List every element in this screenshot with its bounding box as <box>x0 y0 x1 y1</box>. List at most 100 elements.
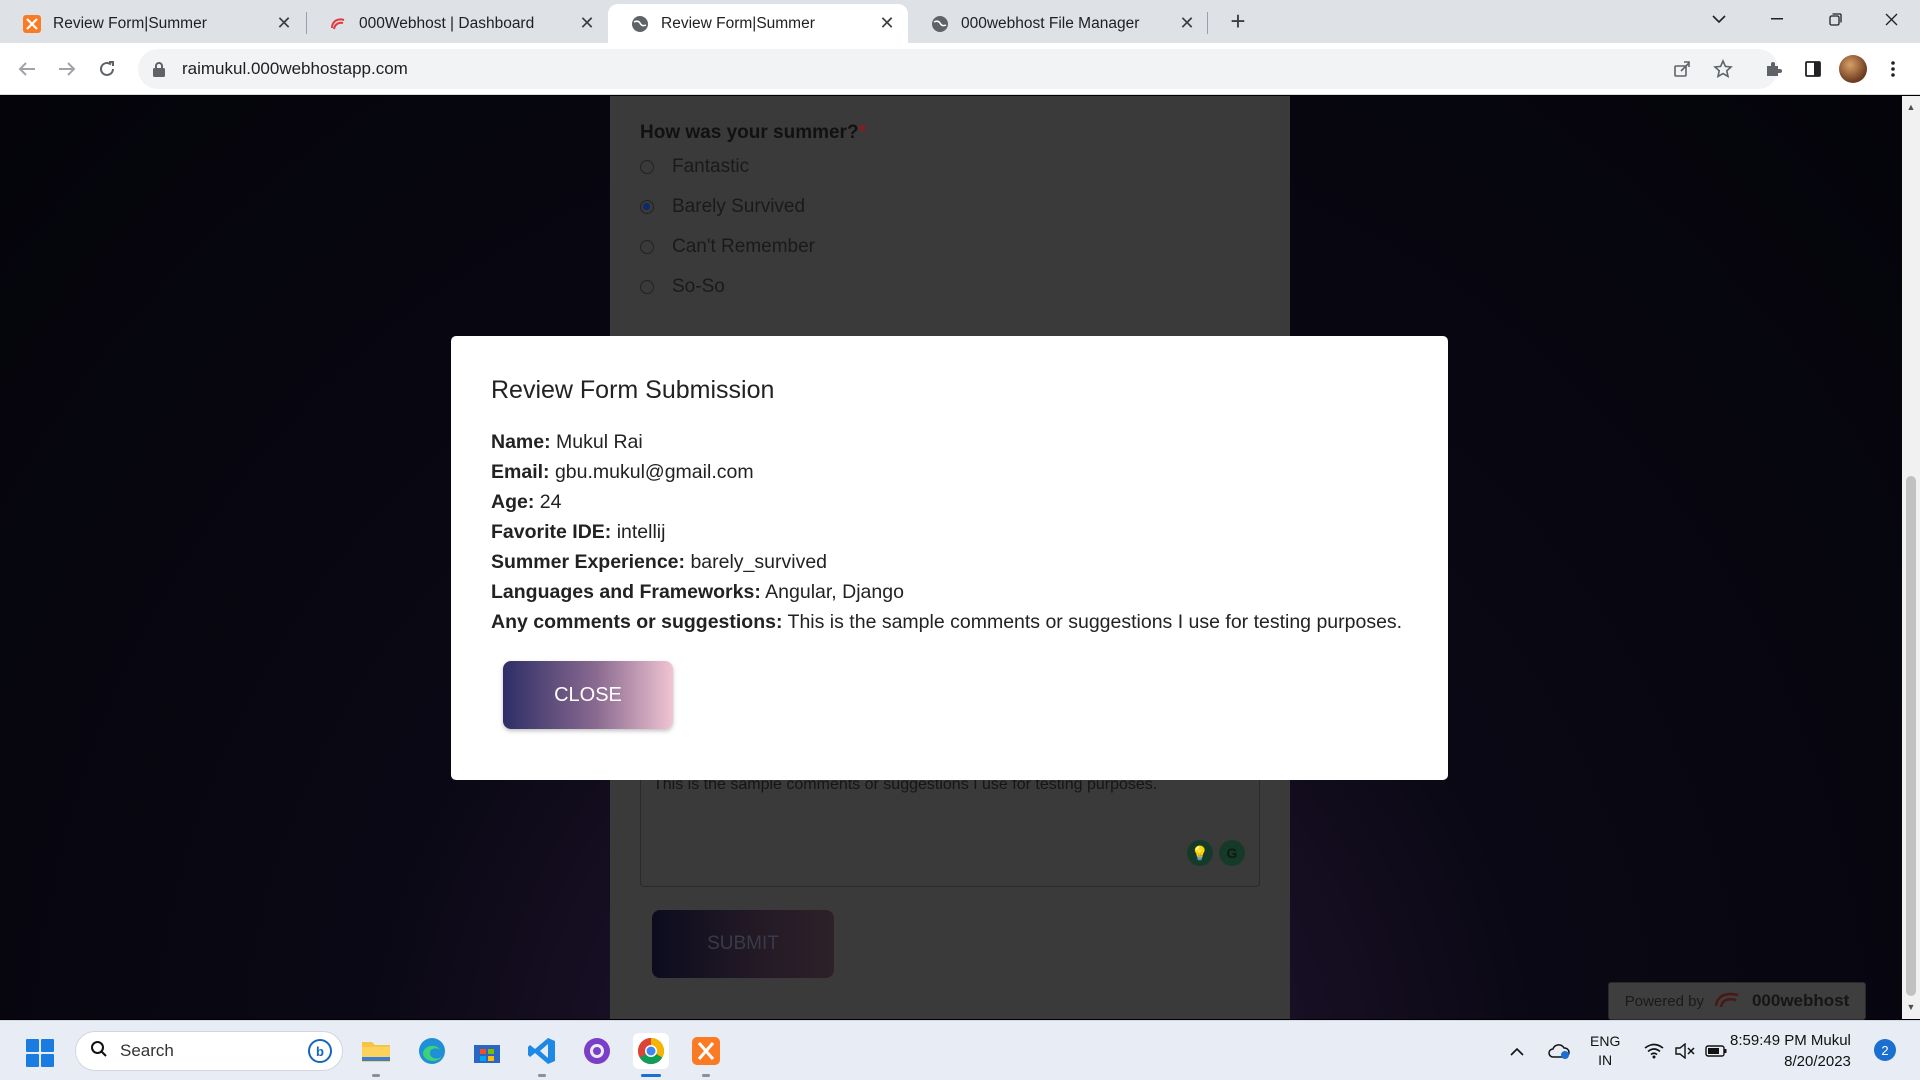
000webhost-icon <box>329 15 347 33</box>
radio-label: Fantastic <box>672 156 750 177</box>
github-desktop-icon[interactable] <box>579 1033 615 1069</box>
tab-separator <box>1207 12 1208 34</box>
radio-label: Can't Remember <box>672 236 816 257</box>
xampp-taskbar-icon[interactable] <box>688 1033 724 1069</box>
field-comments: Any comments or suggestions: This is the… <box>491 611 1403 633</box>
radio-button[interactable] <box>640 240 654 254</box>
close-window-icon[interactable] <box>1862 0 1920 38</box>
submission-modal: Review Form Submission Name: Mukul Rai E… <box>451 336 1448 780</box>
xampp-icon <box>23 14 41 33</box>
radio-label: So-So <box>672 276 725 297</box>
close-tab-icon[interactable]: ✕ <box>578 13 596 33</box>
tab-review-form-active[interactable]: Review Form|Summer ✕ <box>608 4 908 43</box>
onedrive-cloud-icon[interactable] <box>1548 1021 1570 1080</box>
wifi-icon[interactable] <box>1644 1021 1664 1080</box>
field-email: Email: gbu.mukul@gmail.com <box>491 461 754 483</box>
close-tab-icon[interactable]: ✕ <box>1178 13 1196 33</box>
radio-button[interactable] <box>640 160 654 174</box>
taskbar-clock[interactable]: 8:59:49 PM Mukul 8/20/2023 <box>1730 1030 1851 1072</box>
taskbar-indicator-active <box>641 1074 661 1077</box>
bookmark-star-icon[interactable] <box>1707 53 1739 85</box>
address-bar[interactable]: raimukul.000webhostapp.com <box>138 49 1778 89</box>
restore-icon[interactable] <box>1806 0 1864 38</box>
radio-option-so-so[interactable]: So-So <box>640 276 725 298</box>
radio-button-selected[interactable] <box>640 200 654 214</box>
tab-000webhost-dashboard[interactable]: 000Webhost | Dashboard ✕ <box>306 4 608 43</box>
side-panel-icon[interactable] <box>1797 53 1829 85</box>
summer-question-label: How was your summer?* <box>640 122 866 143</box>
tab-search-chevron-icon[interactable] <box>1690 0 1748 38</box>
tab-file-manager[interactable]: 000webhost File Manager ✕ <box>908 4 1208 43</box>
tab-review-form-1[interactable]: Review Form|Summer ✕ <box>0 4 305 43</box>
extensions-puzzle-icon[interactable] <box>1757 53 1789 85</box>
reload-icon[interactable] <box>91 53 123 85</box>
vscode-icon[interactable] <box>524 1033 560 1069</box>
lock-icon[interactable] <box>152 61 166 77</box>
field-favorite-ide: Favorite IDE: intellij <box>491 521 666 543</box>
notification-badge[interactable]: 2 <box>1874 1039 1896 1061</box>
taskbar-indicator <box>702 1074 710 1077</box>
scroll-down-arrow-icon[interactable]: ▼ <box>1906 1002 1916 1012</box>
tab-title: Review Form|Summer <box>53 14 207 32</box>
textarea-assistant-icons: 💡 G <box>1187 840 1245 866</box>
language-code: ENG <box>1590 1033 1621 1049</box>
browser-tabstrip: Review Form|Summer ✕ 000Webhost | Dashbo… <box>0 0 1920 43</box>
profile-avatar[interactable] <box>1839 55 1867 83</box>
taskbar-indicator <box>538 1074 546 1077</box>
clock-date: 8/20/2023 <box>1784 1053 1851 1070</box>
lightbulb-icon[interactable]: 💡 <box>1187 840 1213 866</box>
field-summer-experience: Summer Experience: barely_survived <box>491 551 828 573</box>
microsoft-store-icon[interactable] <box>469 1033 505 1069</box>
chrome-icon[interactable] <box>633 1033 669 1069</box>
taskbar-search-box[interactable]: Search b <box>75 1031 343 1071</box>
search-icon <box>90 1040 108 1063</box>
globe-icon <box>631 15 649 33</box>
field-age: Age: 24 <box>491 491 562 513</box>
tab-title: Review Form|Summer <box>661 14 815 32</box>
scrollbar-thumb[interactable] <box>1906 476 1916 996</box>
more-menu-icon[interactable] <box>1877 53 1909 85</box>
close-tab-icon[interactable]: ✕ <box>878 13 896 33</box>
radio-option-cant-remember[interactable]: Can't Remember <box>640 236 815 258</box>
new-tab-button[interactable]: + <box>1221 6 1255 36</box>
grammarly-icon[interactable]: G <box>1219 840 1245 866</box>
globe-icon <box>931 15 949 33</box>
radio-option-fantastic[interactable]: Fantastic <box>640 156 749 178</box>
back-arrow-icon[interactable] <box>11 53 43 85</box>
powered-by-brand: 000webhost <box>1751 991 1850 1010</box>
close-modal-button[interactable]: CLOSE <box>503 661 673 729</box>
minimize-icon[interactable] <box>1748 0 1806 38</box>
000webhost-logo-icon <box>1714 989 1742 1013</box>
powered-by-badge[interactable]: Powered by 000webhost <box>1608 982 1866 1020</box>
taskbar-indicator <box>372 1074 380 1077</box>
scroll-up-arrow-icon[interactable]: ▲ <box>1906 102 1916 112</box>
close-tab-icon[interactable]: ✕ <box>275 13 293 33</box>
field-languages-frameworks: Languages and Frameworks: Angular, Djang… <box>491 581 904 603</box>
tab-title: 000webhost File Manager <box>961 14 1140 32</box>
submit-button[interactable]: SUBMIT <box>652 910 834 978</box>
page-scrollbar[interactable]: ▲ ▼ <box>1902 96 1920 1019</box>
speaker-muted-icon[interactable] <box>1674 1021 1696 1080</box>
url-text: raimukul.000webhostapp.com <box>182 59 408 78</box>
clock-time: 8:59:49 PM Mukul <box>1730 1032 1851 1049</box>
forward-arrow-icon[interactable] <box>51 53 83 85</box>
search-placeholder: Search <box>120 1041 174 1060</box>
windows-start-icon[interactable] <box>26 1039 54 1067</box>
bing-icon[interactable]: b <box>308 1039 332 1063</box>
language-indicator[interactable]: ENG IN <box>1590 1021 1620 1080</box>
radio-option-barely-survived[interactable]: Barely Survived <box>640 196 805 218</box>
share-icon[interactable] <box>1666 53 1698 85</box>
file-explorer-icon[interactable] <box>358 1033 394 1069</box>
field-name: Name: Mukul Rai <box>491 431 643 453</box>
radio-label: Barely Survived <box>672 196 806 217</box>
show-hidden-icons-chevron-icon[interactable] <box>1510 1021 1524 1080</box>
battery-icon[interactable] <box>1705 1021 1727 1080</box>
region-code: IN <box>1598 1052 1613 1068</box>
radio-button[interactable] <box>640 280 654 294</box>
powered-by-text: Powered by <box>1624 992 1704 1010</box>
comments-textarea[interactable]: This is the sample comments or suggestio… <box>640 763 1260 887</box>
windows-taskbar: Search b ENG IN 8:59:49 PM Mukul 8/20/20… <box>0 1020 1920 1080</box>
tab-title: 000Webhost | Dashboard <box>359 14 535 32</box>
modal-title: Review Form Submission <box>491 376 775 404</box>
edge-browser-icon[interactable] <box>414 1033 450 1069</box>
